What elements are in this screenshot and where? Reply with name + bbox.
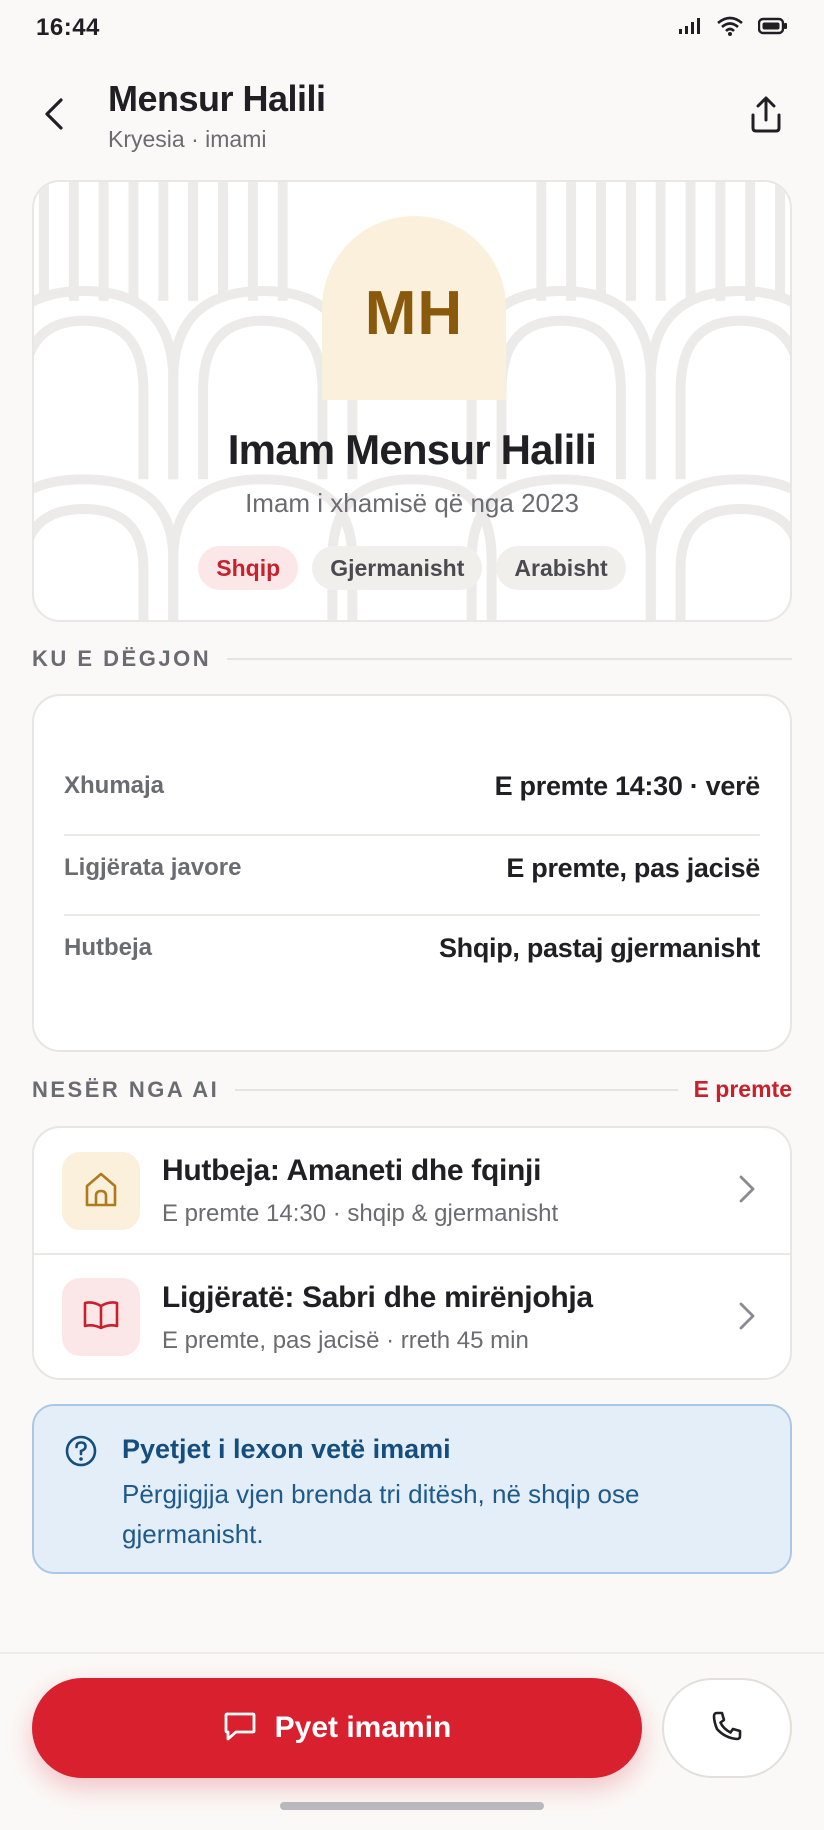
- signal-icon: [678, 17, 702, 40]
- language-chips: Shqip Gjermanisht Arabisht: [34, 546, 790, 590]
- share-icon: [749, 95, 783, 138]
- language-chip-arabisht[interactable]: Arabisht: [496, 546, 626, 590]
- page-subtitle: Kryesia · imami: [108, 126, 267, 152]
- section-day-label: E premte: [693, 1076, 792, 1102]
- wifi-icon: [716, 16, 744, 41]
- event-meta: E premte 14:30 · shqip & gjermanisht: [162, 1200, 559, 1227]
- event-item-hutbe[interactable]: Hutbeja: Amaneti dhe fqinji E premte 14:…: [34, 1128, 790, 1253]
- avatar: MH: [322, 216, 506, 400]
- phone-icon: [711, 1710, 743, 1747]
- language-chip-shqip[interactable]: Shqip: [198, 546, 299, 590]
- chevron-left-icon: [43, 97, 65, 136]
- avatar-initials: MH: [364, 278, 464, 348]
- schedule-card: Xhumaja E premte 14:30 · verë Ligjërata …: [32, 694, 792, 1052]
- profile-name: Imam Mensur Halili: [227, 426, 597, 473]
- section-divider: [227, 658, 792, 660]
- schedule-row: Xhumaja E premte 14:30 · verë: [64, 746, 760, 826]
- share-button[interactable]: [744, 94, 788, 138]
- schedule-row: Hutbeja Shqip, pastaj gjermanisht: [64, 908, 760, 988]
- page-title: Mensur Halili: [108, 78, 326, 119]
- back-button[interactable]: [34, 96, 74, 136]
- profile-card: MH Imam Mensur Halili Imam i xhamisë që …: [32, 180, 792, 622]
- mosque-icon: [84, 1171, 118, 1212]
- info-notice: Pyetjet i lexon vetë imami Përgjigjja vj…: [32, 1404, 792, 1574]
- profile-role: Imam i xhamisë që nga 2023: [245, 488, 579, 518]
- notice-title: Pyetjet i lexon vetë imami: [122, 1434, 451, 1464]
- call-button[interactable]: [662, 1678, 792, 1778]
- schedule-row: Ligjërata javore E premte, pas jacisë: [64, 828, 760, 908]
- language-chip-gjermanisht[interactable]: Gjermanisht: [312, 546, 483, 590]
- chevron-right-icon: [738, 1301, 756, 1336]
- schedule-label: Hutbeja: [64, 934, 153, 961]
- schedule-label: Ligjërata javore: [64, 854, 242, 881]
- event-icon-container: [62, 1152, 140, 1230]
- home-indicator: [280, 1802, 544, 1810]
- section-title: NESËR NGA AI: [32, 1076, 220, 1102]
- ask-imam-label: Pyet imamin: [274, 1711, 452, 1744]
- chevron-right-icon: [738, 1174, 756, 1209]
- schedule-value: E premte, pas jacisë: [506, 852, 760, 883]
- event-icon-container: [62, 1278, 140, 1356]
- event-title: Hutbeja: Amaneti dhe fqinji: [162, 1154, 542, 1187]
- book-icon: [83, 1300, 119, 1335]
- event-item-ligjerate[interactable]: Ligjëratë: Sabri dhe mirënjohja E premte…: [34, 1255, 790, 1378]
- event-title: Ligjëratë: Sabri dhe mirënjohja: [162, 1281, 593, 1314]
- section-header-where: KU E DËGJON: [32, 646, 792, 672]
- question-circle-icon: [64, 1434, 98, 1473]
- status-icons: [678, 16, 788, 41]
- schedule-value: E premte 14:30 · verë: [494, 770, 761, 801]
- ask-imam-button[interactable]: Pyet imamin: [32, 1678, 642, 1778]
- section-title: KU E DËGJON: [32, 646, 212, 671]
- status-time: 16:44: [36, 14, 100, 41]
- notice-body: Përgjigjja vjen brenda tri ditësh, në sh…: [122, 1479, 640, 1549]
- section-header-tomorrow: NESËR NGA AI E premte: [32, 1076, 792, 1103]
- section-divider: [235, 1088, 678, 1091]
- events-list: Hutbeja: Amaneti dhe fqinji E premte 14:…: [32, 1126, 792, 1380]
- bottom-bar-divider: [0, 1652, 824, 1654]
- chat-bubble-icon: [223, 1710, 257, 1747]
- schedule-label: Xhumaja: [64, 772, 165, 799]
- event-meta: E premte, pas jacisë · rreth 45 min: [162, 1327, 529, 1354]
- battery-icon: [757, 17, 788, 40]
- schedule-value: Shqip, pastaj gjermanisht: [438, 932, 760, 963]
